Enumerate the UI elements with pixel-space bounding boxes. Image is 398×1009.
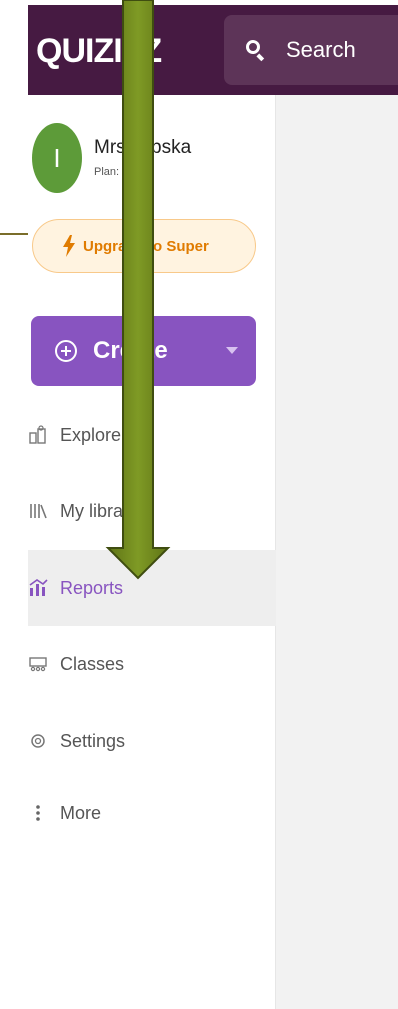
search-label: Search <box>286 37 356 62</box>
more-icon <box>36 805 40 821</box>
create-label: Create <box>93 337 168 364</box>
sidebar-item-settings[interactable]: Settings <box>28 703 276 779</box>
sidebar: I Mrs. Lipska Plan: Basic Upgrade to Sup… <box>28 95 276 1009</box>
reports-icon <box>29 579 48 596</box>
top-bar: QUIZIZZ Search <box>28 5 398 95</box>
profile-name: Mrs. Lipska <box>94 137 192 158</box>
sidebar-item-label: Settings <box>60 730 126 751</box>
search-box[interactable]: Search <box>224 15 398 85</box>
classes-icon <box>29 657 47 672</box>
page-margin <box>0 0 28 1009</box>
chevron-down-icon[interactable] <box>226 347 238 354</box>
create-button[interactable]: Create <box>31 316 256 386</box>
sidebar-item-label: Explore <box>60 424 122 445</box>
sidebar-item-reports[interactable]: Reports <box>28 550 276 626</box>
plus-circle-icon <box>55 340 77 362</box>
sidebar-item-my-library[interactable]: My library <box>28 473 276 549</box>
sidebar-item-explore[interactable]: Explore <box>28 397 276 473</box>
profile-plan: Plan: Basic <box>94 166 150 178</box>
sidebar-item-label: Reports <box>60 577 124 598</box>
upgrade-label: Upgrade to Super <box>83 237 209 255</box>
sidebar-item-classes[interactable]: Classes <box>28 626 276 702</box>
upgrade-button[interactable]: Upgrade to Super <box>32 219 256 273</box>
decorative-line <box>0 233 28 235</box>
sidebar-item-label: My library <box>60 500 139 521</box>
main-content-area <box>276 95 398 1009</box>
gear-icon <box>31 734 45 748</box>
sidebar-item-label: More <box>60 802 102 823</box>
explore-icon <box>29 425 46 444</box>
library-icon <box>30 504 47 519</box>
quizizz-logo[interactable]: QUIZIZZ <box>36 31 162 71</box>
lightning-bolt-icon <box>63 235 75 257</box>
sidebar-item-label: Classes <box>60 653 125 674</box>
profile-card[interactable]: I Mrs. Lipska Plan: Basic <box>32 123 272 195</box>
sidebar-item-more[interactable]: More <box>28 775 276 851</box>
avatar: I <box>32 123 82 193</box>
search-icon <box>244 38 268 62</box>
